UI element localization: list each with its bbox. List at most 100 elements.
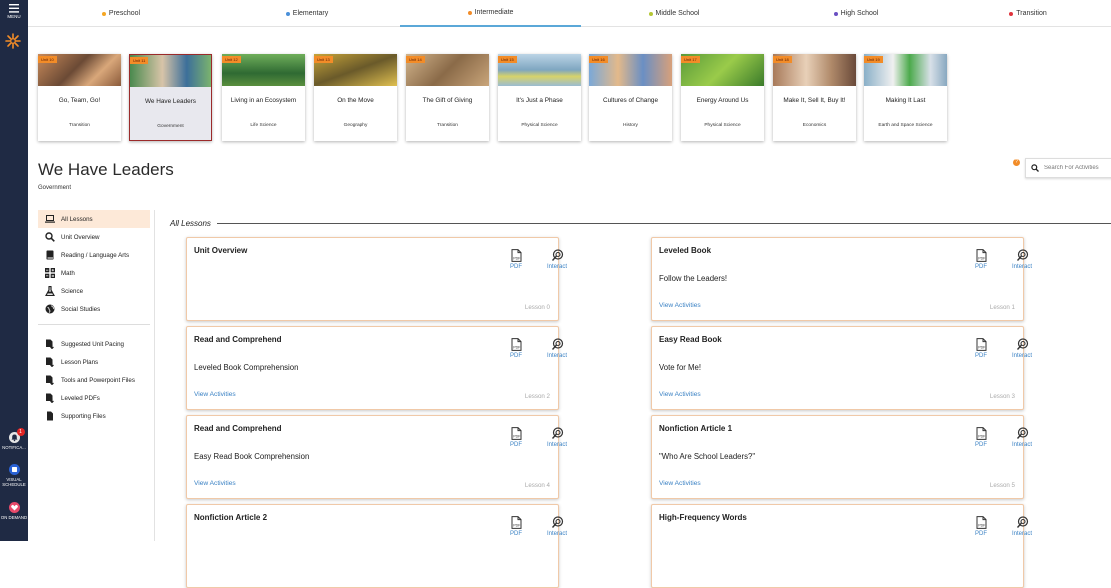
unit-card[interactable]: Unit 12 Living in an Ecosystem Life Scie… (222, 54, 305, 141)
pdf-button[interactable]: PDF PDF (501, 249, 531, 270)
lesson-subtitle: Vote for Me! (659, 363, 702, 372)
view-activities-link[interactable]: View Activities (659, 480, 701, 487)
pdf-button[interactable]: PDF PDF (501, 338, 531, 359)
lesson-title: Unit Overview (194, 246, 248, 255)
interact-icon (542, 516, 572, 529)
lesson-card[interactable]: Read and Comprehend Easy Read Book Compre… (186, 415, 567, 499)
nav-item-leveled-pdfs[interactable]: Leveled PDFs (38, 389, 150, 407)
interact-button[interactable]: Interact (1007, 427, 1037, 448)
unit-title: Make It, Sell It, Buy It! (783, 97, 846, 104)
interact-button[interactable]: Interact (542, 516, 572, 537)
nav-item-label: All Lessons (61, 215, 93, 223)
pdf-button[interactable]: PDF PDF (966, 338, 996, 359)
on-demand-button[interactable]: ON DEMAND (0, 502, 28, 520)
unit-tag: Unit 10 (38, 56, 57, 63)
level-dot-icon (833, 11, 838, 16)
view-activities-link[interactable]: View Activities (194, 480, 236, 487)
pdf-button[interactable]: PDF PDF (966, 427, 996, 448)
pdf-button[interactable]: PDF PDF (966, 249, 996, 270)
tab-middle-school[interactable]: Middle School (581, 0, 767, 27)
search-box[interactable] (1025, 158, 1111, 178)
menu-button[interactable]: MENU (0, 4, 28, 19)
pdf-label: PDF (975, 353, 987, 359)
nav-item-all-lessons[interactable]: All Lessons (38, 210, 150, 228)
nav-item-science[interactable]: Science (38, 282, 150, 300)
unit-card[interactable]: Unit 17 Energy Around Us Physical Scienc… (681, 54, 764, 141)
interact-button[interactable]: Interact (542, 249, 572, 270)
unit-title: Energy Around Us (696, 97, 749, 104)
svg-text:PDF: PDF (513, 257, 521, 261)
unit-tag: Unit 17 (681, 56, 700, 63)
nav-item-math[interactable]: Math (38, 264, 150, 282)
notifications-button[interactable]: 1 NOTIFICA... (0, 428, 28, 450)
nav-item-lesson-plans[interactable]: Lesson Plans (38, 353, 150, 371)
nav-item-social-studies[interactable]: Social Studies (38, 300, 150, 318)
interact-button[interactable]: Interact (1007, 516, 1037, 537)
interact-label: Interact (546, 531, 567, 537)
pdf-button[interactable]: PDF PDF (501, 516, 531, 537)
unit-subject: History (623, 123, 638, 128)
unit-tag: Unit 11 (130, 57, 149, 64)
unit-card-selected[interactable]: Unit 11 We Have Leaders Government (129, 54, 212, 141)
lesson-subtitle: "Who Are School Leaders?" (659, 452, 756, 461)
math-icon (45, 268, 55, 278)
nav-item-reading[interactable]: Reading / Language Arts (38, 246, 150, 264)
lesson-card[interactable]: Nonfiction Article 2 PDF PDF Interact (186, 504, 567, 588)
nav-item-label: Leveled PDFs (61, 394, 100, 402)
nav-item-unit-overview[interactable]: Unit Overview (38, 228, 150, 246)
unit-subject: Life Science (250, 123, 277, 128)
interact-button[interactable]: Interact (542, 427, 572, 448)
tab-preschool[interactable]: Preschool (28, 0, 214, 27)
unit-subject: Physical Science (521, 123, 558, 128)
interact-button[interactable]: Interact (1007, 338, 1037, 359)
unit-card[interactable]: Unit 14 The Gift of Giving Transition (406, 54, 489, 141)
file-download-icon (46, 339, 54, 349)
svg-text:PDF: PDF (513, 346, 521, 350)
tab-transition[interactable]: Transition (945, 0, 1111, 27)
view-activities-link[interactable]: View Activities (659, 391, 701, 398)
view-activities-link[interactable]: View Activities (194, 391, 236, 398)
lesson-card[interactable]: Nonfiction Article 1 "Who Are School Lead… (651, 415, 1032, 499)
view-activities-link[interactable]: View Activities (659, 302, 701, 309)
nav-item-tools-powerpoint[interactable]: Tools and Powerpoint Files (38, 371, 150, 389)
pdf-icon: PDF (966, 249, 996, 262)
help-icon[interactable]: ? (1013, 159, 1020, 166)
lesson-number: Lesson 1 (989, 304, 1015, 311)
unit-card[interactable]: Unit 10 Go, Team, Go! Transition (38, 54, 121, 141)
lesson-card[interactable]: Read and Comprehend Leveled Book Comprehe… (186, 326, 567, 410)
tab-high-school[interactable]: High School (767, 0, 945, 27)
unit-subject: Transition (437, 123, 458, 128)
lesson-card[interactable]: Leveled Book Follow the Leaders! PDF PDF Int… (651, 237, 1032, 321)
nav-item-suggested-pacing[interactable]: Suggested Unit Pacing (38, 335, 150, 353)
lesson-title: High-Frequency Words (659, 513, 747, 522)
lesson-number: Lesson 5 (989, 482, 1015, 489)
interact-button[interactable]: Interact (542, 338, 572, 359)
page-subtitle: Government (38, 185, 72, 191)
lesson-card[interactable]: Easy Read Book Vote for Me! PDF PDF Interact… (651, 326, 1032, 410)
tab-intermediate[interactable]: Intermediate (400, 0, 581, 27)
lesson-card[interactable]: Unit Overview PDF PDF Interact Lesson 0 (186, 237, 567, 321)
unit-card[interactable]: Unit 18 Make It, Sell It, Buy It! Econom… (773, 54, 856, 141)
tab-label: Transition (1016, 10, 1047, 17)
unit-card[interactable]: Unit 19 Making It Last Earth and Space S… (864, 54, 947, 141)
logo-icon[interactable] (5, 33, 21, 54)
interact-icon (1007, 249, 1037, 262)
search-input[interactable] (1044, 165, 1111, 171)
tab-label: Preschool (108, 10, 141, 17)
tab-label: Elementary (292, 10, 329, 17)
unit-card[interactable]: Unit 16 Cultures of Change History (589, 54, 672, 141)
pdf-button[interactable]: PDF PDF (501, 427, 531, 448)
tab-elementary[interactable]: Elementary (214, 0, 400, 27)
app-sidebar: MENU 1 NOTIFICA... VISUAL SCHEDULE ON DE… (0, 0, 28, 541)
unit-card[interactable]: Unit 15 It's Just a Phase Physical Scien… (498, 54, 581, 141)
unit-card[interactable]: Unit 13 On the Move Geography (314, 54, 397, 141)
nav-item-supporting-files[interactable]: Supporting Files (38, 407, 150, 425)
visual-schedule-button[interactable]: VISUAL SCHEDULE (0, 464, 28, 487)
unit-title: The Gift of Giving (422, 97, 473, 104)
interact-button[interactable]: Interact (1007, 249, 1037, 270)
lesson-card[interactable]: High-Frequency Words PDF PDF Interact (651, 504, 1032, 588)
pdf-button[interactable]: PDF PDF (966, 516, 996, 537)
svg-text:PDF: PDF (978, 435, 986, 439)
pdf-icon: PDF (501, 338, 531, 351)
nav-divider-vertical (154, 210, 155, 541)
